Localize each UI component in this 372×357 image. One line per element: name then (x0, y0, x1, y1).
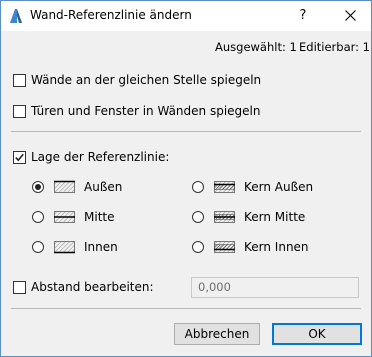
radio-core-outside[interactable]: Kern Außen (192, 179, 313, 195)
radio-inside[interactable]: Innen (32, 239, 118, 255)
edit-offset-label: Abstand bearbeiten: (31, 280, 154, 294)
selected-count: Ausgewählt: 1 (215, 40, 297, 54)
wall-core-outside-icon (214, 181, 235, 193)
checkmark-icon (15, 153, 24, 161)
wall-core-center-icon (214, 211, 235, 223)
radio-core-center[interactable]: Kern Mitte (192, 209, 305, 225)
title-bar: Wand-Referenzlinie ändern ? (1, 1, 371, 31)
radio-label: Kern Außen (244, 180, 314, 194)
radio-button[interactable] (32, 181, 44, 193)
wall-inside-icon (54, 241, 75, 254)
divider (11, 131, 361, 132)
edit-offset-option[interactable]: Abstand bearbeiten: (13, 279, 154, 295)
close-icon (344, 10, 356, 21)
radio-button[interactable] (192, 181, 204, 193)
radio-button[interactable] (32, 211, 44, 223)
radio-label: Kern Innen (244, 240, 309, 254)
reference-line-option[interactable]: Lage der Referenzlinie: (13, 149, 169, 165)
archicad-icon (10, 9, 22, 23)
reference-line-checkbox[interactable] (13, 150, 26, 164)
mirror-openings-label: Türen und Fenster in Wänden spiegeln (31, 104, 261, 118)
divider (11, 308, 361, 309)
close-button[interactable] (335, 5, 365, 27)
offset-value-field[interactable]: 0,000 (191, 277, 359, 298)
radio-button[interactable] (192, 211, 204, 223)
radio-center[interactable]: Mitte (32, 209, 114, 225)
help-button[interactable]: ? (288, 5, 318, 27)
mirror-walls-checkbox[interactable] (13, 73, 26, 87)
cancel-button[interactable]: Abbrechen (174, 323, 260, 345)
radio-label: Kern Mitte (244, 210, 306, 224)
radio-label: Mitte (84, 210, 115, 224)
mirror-openings-checkbox[interactable] (13, 104, 26, 118)
radio-label: Außen (84, 180, 123, 194)
radio-core-inside[interactable]: Kern Innen (192, 239, 309, 255)
wall-core-inside-icon (214, 241, 235, 253)
reference-line-label: Lage der Referenzlinie: (31, 150, 170, 164)
window-title: Wand-Referenzlinie ändern (30, 8, 192, 22)
edit-offset-checkbox[interactable] (13, 280, 26, 294)
mirror-walls-option[interactable]: Wände an der gleichen Stelle spiegeln (13, 72, 261, 88)
mirror-openings-option[interactable]: Türen und Fenster in Wänden spiegeln (13, 103, 260, 119)
radio-button[interactable] (32, 241, 44, 253)
mirror-walls-label: Wände an der gleichen Stelle spiegeln (31, 73, 262, 87)
radio-button[interactable] (192, 241, 204, 253)
radio-label: Innen (84, 240, 118, 254)
radio-outside[interactable]: Außen (32, 179, 122, 195)
editable-count: Editierbar: 1 (299, 40, 370, 54)
ok-button[interactable]: OK (272, 323, 362, 345)
wall-center-icon (54, 211, 75, 223)
dialog-window: Wand-Referenzlinie ändern ? Ausgewählt: … (0, 0, 372, 357)
wall-outside-icon (54, 180, 75, 193)
